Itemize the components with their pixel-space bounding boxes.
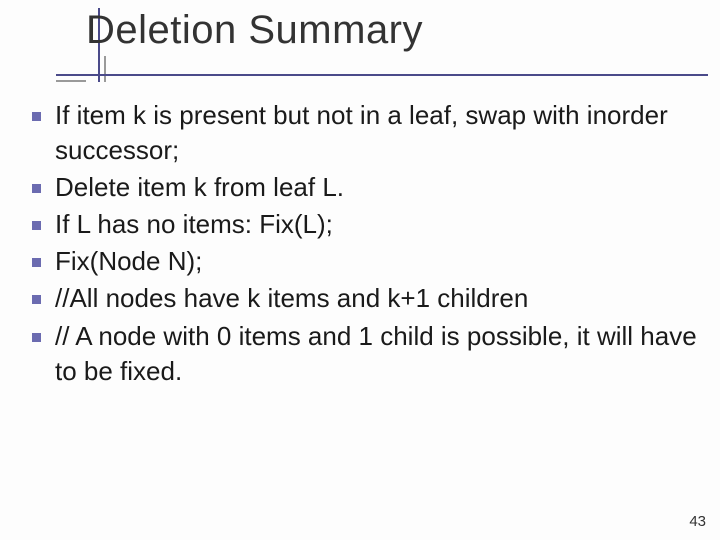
square-bullet-icon [32,184,41,193]
list-item: If item k is present but not in a leaf, … [32,98,698,168]
bullet-text: // A node with 0 items and 1 child is po… [55,319,698,389]
title-rule-horizontal-short [56,80,86,82]
square-bullet-icon [32,333,41,342]
square-bullet-icon [32,112,41,121]
slide-title: Deletion Summary [86,8,423,53]
page-number: 43 [689,513,706,530]
slide: Deletion Summary If item k is present bu… [0,0,720,540]
list-item: Delete item k from leaf L. [32,170,698,205]
square-bullet-icon [32,221,41,230]
list-item: // A node with 0 items and 1 child is po… [32,319,698,389]
title-region: Deletion Summary [28,8,700,86]
square-bullet-icon [32,258,41,267]
bullet-text: //All nodes have k items and k+1 childre… [55,281,698,316]
list-item: //All nodes have k items and k+1 childre… [32,281,698,316]
list-item: Fix(Node N); [32,244,698,279]
slide-body: If item k is present but not in a leaf, … [32,98,698,391]
title-rule-horizontal [56,74,708,76]
bullet-text: If item k is present but not in a leaf, … [55,98,698,168]
bullet-text: Fix(Node N); [55,244,698,279]
title-rule-vertical-short [104,56,106,82]
list-item: If L has no items: Fix(L); [32,207,698,242]
bullet-text: Delete item k from leaf L. [55,170,698,205]
square-bullet-icon [32,295,41,304]
bullet-text: If L has no items: Fix(L); [55,207,698,242]
